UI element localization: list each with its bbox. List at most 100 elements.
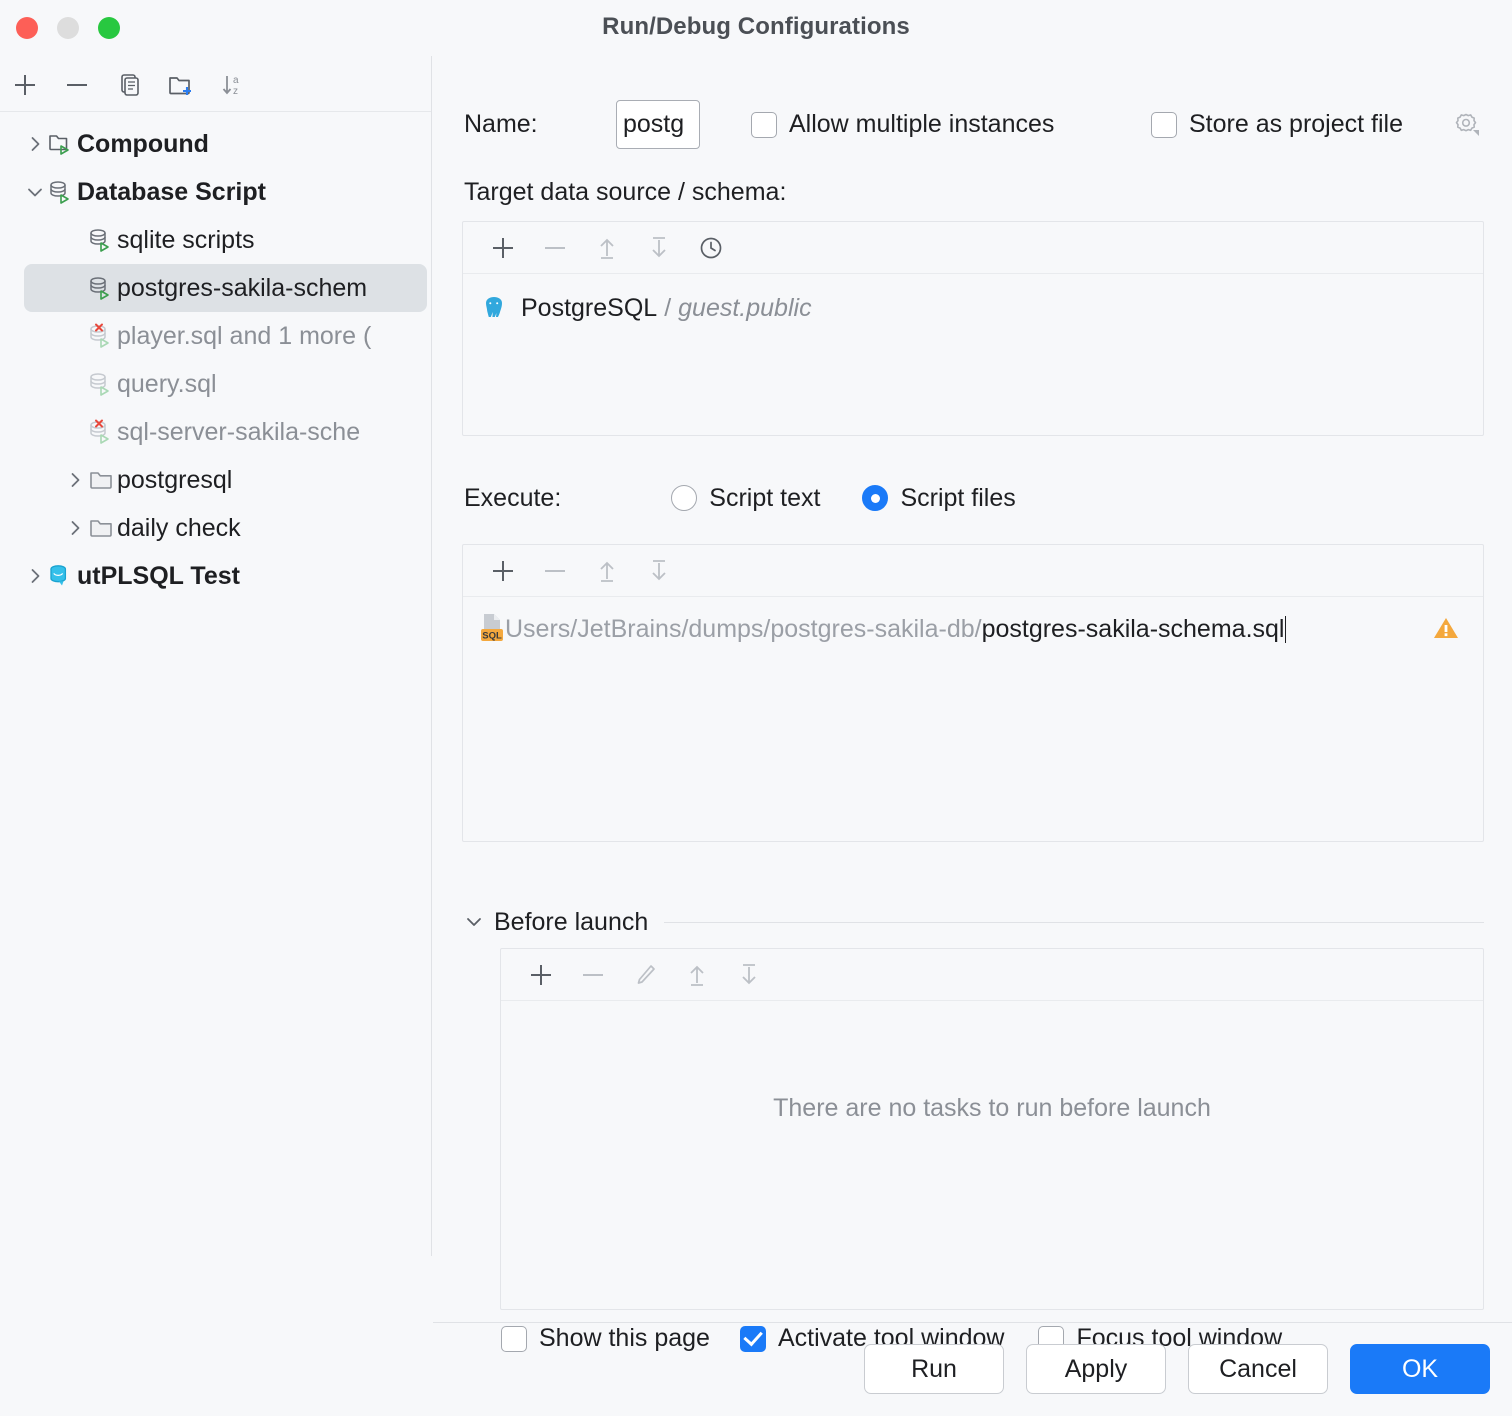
tree-item-label: Database Script [77, 178, 266, 207]
database-run-dim-icon [86, 369, 116, 399]
sidebar-toolbar: a z [0, 56, 431, 112]
before-launch-title: Before launch [494, 908, 648, 937]
edit-task-button[interactable] [619, 955, 671, 995]
new-folder-button[interactable] [164, 68, 198, 102]
configurations-tree[interactable]: Compound Database Script sqlite scripts pos… [0, 112, 431, 1256]
add-configuration-button[interactable] [8, 68, 42, 102]
tree-item-label: player.sql and 1 more ( [117, 322, 371, 351]
cancel-button[interactable]: Cancel [1188, 1344, 1328, 1394]
plus-icon [527, 961, 555, 989]
database-error-icon [86, 417, 116, 447]
move-script-up-button[interactable] [581, 551, 633, 591]
minus-icon [541, 234, 569, 262]
page-title: Run/Debug Configurations [0, 13, 1512, 41]
database-error-icon [86, 321, 116, 351]
tree-item-compound[interactable]: Compound [0, 120, 431, 168]
sort-alphabetically-button[interactable]: a z [216, 68, 250, 102]
tree-item-player-sql-and-1-more[interactable]: player.sql and 1 more ( [0, 312, 431, 360]
radio-circle [862, 485, 888, 511]
script-file-warning[interactable] [1431, 613, 1461, 643]
script-file-name: postgres-sakila-schema.sql [982, 615, 1285, 644]
add-script-file-button[interactable] [477, 551, 529, 591]
apply-button[interactable]: Apply [1026, 1344, 1166, 1394]
copy-configuration-button[interactable] [112, 68, 146, 102]
script-files-list[interactable]: SQL Users/JetBrains/dumps/postgres-sakil… [463, 597, 1483, 649]
chevron-right-icon[interactable] [24, 565, 46, 587]
chevron-right-icon[interactable] [64, 517, 86, 539]
title-bar: Run/Debug Configurations [0, 0, 1512, 56]
remove-task-button[interactable] [567, 955, 619, 995]
arrow-down-icon [645, 557, 673, 585]
move-datasource-down-button[interactable] [633, 228, 685, 268]
show-this-page-checkbox[interactable]: Show this page [501, 1324, 710, 1353]
arrow-down-icon [735, 961, 763, 989]
tree-item-query-sql[interactable]: query.sql [0, 360, 431, 408]
move-task-up-button[interactable] [671, 955, 723, 995]
chevron-right-icon[interactable] [24, 133, 46, 155]
move-script-down-button[interactable] [633, 551, 685, 591]
bottom-divider [433, 1322, 1512, 1323]
data-source-separator: / [664, 294, 671, 323]
database-run-icon [86, 273, 116, 303]
sort-az-icon: a z [218, 70, 248, 100]
name-input[interactable] [616, 100, 700, 149]
remove-configuration-button[interactable] [60, 68, 94, 102]
tree-item-label: sql-server-sakila-sche [117, 418, 360, 447]
chevron-right-icon [24, 565, 46, 587]
tree-item-label: utPLSQL Test [77, 562, 240, 591]
tree-item-database-script[interactable]: Database Script [0, 168, 431, 216]
tree-item-sql-server-sakila-sche[interactable]: sql-server-sakila-sche [0, 408, 431, 456]
configurations-sidebar: a z Compound Database Script sqlite script… [0, 56, 432, 1256]
chevron-down-icon[interactable] [462, 910, 486, 934]
radio-script-text[interactable]: Script text [671, 484, 820, 513]
store-as-project-file-checkbox[interactable]: Store as project file [1151, 110, 1403, 139]
checkbox-box [501, 1326, 527, 1352]
tree-item-postgresql[interactable]: postgresql [0, 456, 431, 504]
tree-item-label: sqlite scripts [117, 226, 255, 255]
chevron-right-icon[interactable] [64, 469, 86, 491]
warning-triangle-icon [1431, 613, 1461, 643]
before-launch-header[interactable]: Before launch [462, 902, 1484, 942]
move-task-down-button[interactable] [723, 955, 775, 995]
minus-icon [541, 557, 569, 585]
store-as-project-file-settings-button[interactable] [1451, 108, 1481, 138]
data-source-schema: guest.public [678, 294, 811, 323]
remove-script-file-button[interactable] [529, 551, 581, 591]
tree-item-sqlite-scripts[interactable]: sqlite scripts [0, 216, 431, 264]
tree-item-postgres-sakila-schem[interactable]: postgres-sakila-schem [24, 264, 427, 312]
data-source-toolbar [463, 222, 1483, 274]
tree-indent-spacer [64, 421, 86, 443]
run-button[interactable]: Run [864, 1344, 1004, 1394]
radio-circle [671, 485, 697, 511]
data-source-item[interactable]: PostgreSQL / guest.public [479, 288, 1483, 328]
svg-text:z: z [233, 86, 238, 97]
folder-icon [86, 513, 116, 543]
ok-button[interactable]: OK [1350, 1344, 1490, 1394]
radio-script-files[interactable]: Script files [862, 484, 1015, 513]
chevron-down-icon [24, 181, 46, 203]
data-source-list[interactable]: PostgreSQL / guest.public [463, 274, 1483, 328]
tree-indent-spacer [64, 373, 86, 395]
tree-item-label: postgresql [117, 466, 232, 495]
tree-item-utplsql-test[interactable]: utPLSQL Test [0, 552, 431, 600]
script-files-panel: SQL Users/JetBrains/dumps/postgres-sakil… [462, 544, 1484, 842]
remove-datasource-button[interactable] [529, 228, 581, 268]
script-file-path-prefix: Users/JetBrains/dumps/postgres-sakila-db… [505, 615, 982, 644]
add-task-button[interactable] [515, 955, 567, 995]
utplsql-icon [46, 561, 76, 591]
move-datasource-up-button[interactable] [581, 228, 633, 268]
database-run-icon [86, 225, 116, 255]
chevron-down-icon[interactable] [24, 181, 46, 203]
allow-multiple-instances-checkbox[interactable]: Allow multiple instances [751, 110, 1054, 139]
tree-item-daily-check[interactable]: daily check [0, 504, 431, 552]
folder-icon [86, 513, 116, 543]
copy-icon [114, 70, 144, 100]
script-file-row[interactable]: SQL Users/JetBrains/dumps/postgres-sakil… [477, 609, 1483, 649]
database-run-icon [46, 177, 76, 207]
add-datasource-button[interactable] [477, 228, 529, 268]
arrow-up-icon [683, 961, 711, 989]
before-launch-panel: There are no tasks to run before launch [500, 948, 1484, 1310]
tree-indent-spacer [64, 229, 86, 251]
recent-datasources-button[interactable] [685, 228, 737, 268]
utplsql-icon [46, 561, 76, 591]
